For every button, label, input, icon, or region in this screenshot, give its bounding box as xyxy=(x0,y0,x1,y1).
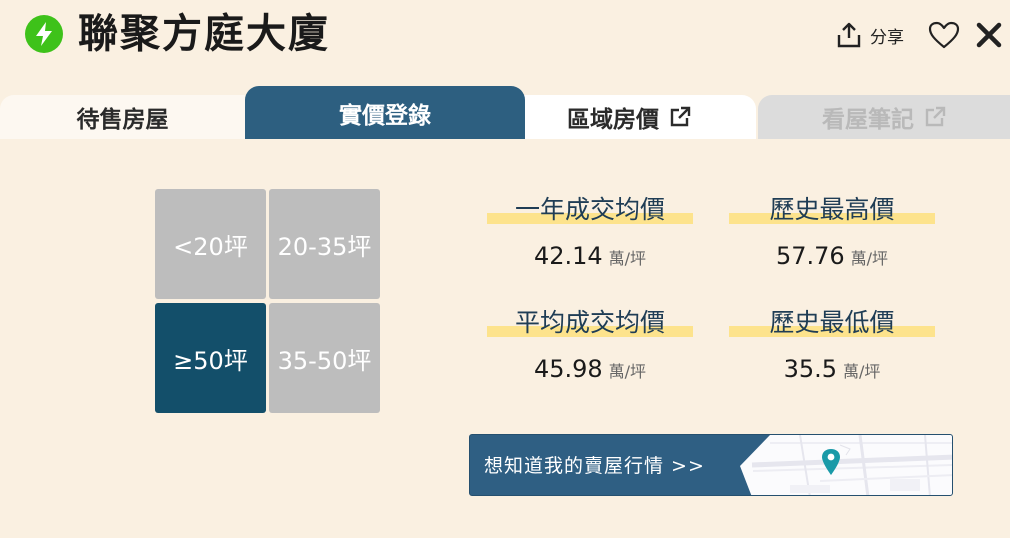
property-page: 聯聚方庭大廈 分享 待售房屋 區域房價 看屋筆記 實價登錄 <20坪 20-35… xyxy=(0,0,1010,538)
stat-unit: 萬/坪 xyxy=(843,362,881,381)
stat-value: 57.76 xyxy=(775,242,845,270)
stat-historic-high: 歷史最高價 57.76 萬/坪 xyxy=(729,192,935,270)
stat-label: 歷史最高價 xyxy=(769,195,895,224)
stat-unit: 萬/坪 xyxy=(608,362,647,381)
external-link-icon xyxy=(670,106,691,127)
filter-under-20[interactable]: <20坪 xyxy=(155,189,266,299)
sell-valuation-label: 想知道我的賣屋行情 >> xyxy=(484,455,705,477)
tab-label: 區域房價 xyxy=(567,107,659,133)
sell-valuation-banner[interactable]: 想知道我的賣屋行情 >> xyxy=(469,434,953,496)
stat-value-wrap: 57.76 萬/坪 xyxy=(729,242,935,270)
stat-label-wrap: 平均成交均價 xyxy=(487,305,693,341)
tab-actual-price-registry[interactable]: 實價登錄 xyxy=(245,86,525,139)
stat-label: 平均成交均價 xyxy=(514,308,665,337)
stat-value: 45.98 xyxy=(533,355,603,383)
stat-label: 一年成交均價 xyxy=(514,195,665,224)
close-icon xyxy=(976,22,1002,48)
stat-value-wrap: 35.5 萬/坪 xyxy=(729,355,935,383)
tab-viewing-notes[interactable]: 看屋筆記 xyxy=(758,95,1010,139)
favorite-button[interactable] xyxy=(928,20,960,50)
stat-average-price: 平均成交均價 45.98 萬/坪 xyxy=(487,305,693,383)
stat-unit: 萬/坪 xyxy=(608,249,647,268)
stat-one-year-avg: 一年成交均價 42.14 萬/坪 xyxy=(487,192,693,270)
tab-label: 看屋筆記 xyxy=(822,107,914,133)
stat-value-wrap: 45.98 萬/坪 xyxy=(487,355,693,383)
tab-bar: 待售房屋 區域房價 看屋筆記 實價登錄 xyxy=(0,86,1010,139)
heart-icon xyxy=(928,21,960,49)
stat-value: 42.14 xyxy=(533,242,603,270)
stat-label-wrap: 歷史最高價 xyxy=(729,192,935,228)
stat-unit: 萬/坪 xyxy=(850,249,889,268)
stat-label-wrap: 歷史最低價 xyxy=(729,305,935,341)
stat-value: 35.5 xyxy=(783,355,838,383)
lightning-bolt-icon xyxy=(25,15,63,53)
page-title: 聯聚方庭大廈 xyxy=(78,11,330,57)
stat-historic-low: 歷史最低價 35.5 萬/坪 xyxy=(729,305,935,383)
filter-35-50[interactable]: 35-50坪 xyxy=(269,303,380,413)
stat-label-wrap: 一年成交均價 xyxy=(487,192,693,228)
size-filter-grid: <20坪 20-35坪 ≥50坪 35-50坪 xyxy=(155,189,381,415)
share-label: 分享 xyxy=(870,27,904,48)
tab-label: 實價登錄 xyxy=(339,102,431,129)
tab-area-prices[interactable]: 區域房價 xyxy=(502,95,756,139)
tab-label: 待售房屋 xyxy=(76,107,169,133)
tab-for-sale[interactable]: 待售房屋 xyxy=(0,95,245,139)
filter-20-35[interactable]: 20-35坪 xyxy=(269,189,380,299)
header: 聯聚方庭大廈 分享 xyxy=(0,0,1010,80)
share-button[interactable]: 分享 xyxy=(836,20,904,50)
filter-50-plus[interactable]: ≥50坪 xyxy=(155,303,266,413)
stat-value-wrap: 42.14 萬/坪 xyxy=(487,242,693,270)
share-upload-icon xyxy=(837,22,861,48)
external-link-icon xyxy=(925,106,946,127)
close-button[interactable] xyxy=(975,20,1003,50)
stat-label: 歷史最低價 xyxy=(769,308,895,337)
